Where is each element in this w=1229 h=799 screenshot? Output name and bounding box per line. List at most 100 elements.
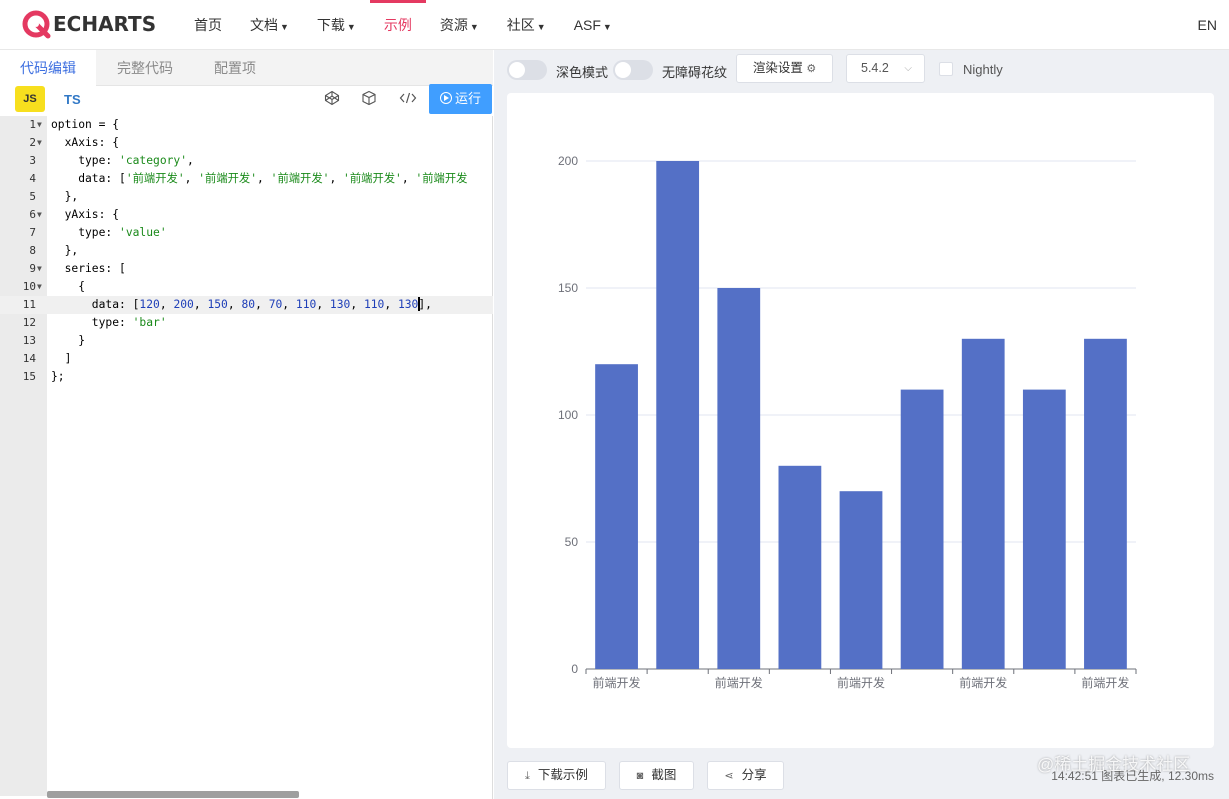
code-line[interactable]: 14 ] [0,350,493,368]
ts-language-button[interactable]: TS [64,92,81,107]
y-tick-label: 100 [558,408,578,422]
line-number: 3 [29,154,36,167]
nav-item[interactable]: 首页 [180,0,236,50]
code-line[interactable]: 5 }, [0,188,493,206]
accessibility-label: 无障碍花纹 [662,65,728,80]
nav-item[interactable]: 社区 ▼ [493,0,560,50]
code-line[interactable]: 4 data: ['前端开发', '前端开发', '前端开发', '前端开发',… [0,170,493,188]
code-text: data: [120, 200, 150, 80, 70, 110, 130, … [51,297,432,311]
fold-toggle-icon[interactable]: ▼ [37,206,42,224]
bar-chart: 0 50 100 150 200 前端开发 前端开发 前端开发 前端开发 前端开发 [558,154,1137,690]
nav-item[interactable]: 资源 ▼ [426,0,493,50]
line-number: 8 [29,244,36,257]
horizontal-scrollbar[interactable] [47,791,299,798]
dark-mode-toggle[interactable] [507,60,547,80]
language-switch[interactable]: EN [1198,0,1217,50]
gear-icon: ⚙ [806,63,817,75]
line-number: 10 [22,280,36,293]
tab-options[interactable]: 配置项 [194,50,276,86]
download-example-button[interactable]: ⤓ 下载示例 [507,761,606,790]
code-line[interactable]: 6 ▼ yAxis: { [0,206,493,224]
bar [961,338,1005,669]
nav-item-label: 资源 [439,17,468,33]
share-button[interactable]: ⋖ 分享 [707,761,784,790]
code-text: } [51,334,86,347]
nav-item-label: 下载 [316,17,345,33]
fold-toggle-icon[interactable]: ▼ [37,134,42,152]
code-text: }; [51,370,65,383]
code-line[interactable]: 9 ▼ series: [ [0,260,493,278]
editor-tabs: 代码编辑 完整代码 配置项 [0,50,493,87]
code-line[interactable]: 13 } [0,332,493,350]
codesandbox-icon[interactable] [360,90,378,108]
caret-down-icon: ▼ [280,22,289,32]
nav-item[interactable]: 下载 ▼ [303,0,370,50]
fold-toggle-icon[interactable]: ▼ [37,278,42,296]
version-select[interactable]: 5.4.2 ⌵ [846,54,925,83]
editor-panel: 代码编辑 完整代码 配置项 JS TS 运行 1 ▼ option = {2 ▼ xA… [0,50,493,799]
line-number: 6 [29,208,36,221]
code-text: ] [51,352,72,365]
code-line[interactable]: 11 data: [120, 200, 150, 80, 70, 110, 13… [0,296,493,314]
code-line[interactable]: 15}; [0,368,493,386]
nav-item[interactable]: 示例 [369,0,426,50]
caret-down-icon: ▼ [602,22,612,32]
fold-toggle-icon[interactable]: ▼ [37,116,42,134]
nightly-checkbox[interactable] [939,62,953,76]
embed-code-icon[interactable] [399,90,417,108]
code-text: type: 'bar' [51,316,167,329]
code-text: { [51,280,86,293]
code-text: xAxis: { [51,136,120,149]
version-value: 5.4.2 [861,61,889,75]
render-settings-button[interactable]: 渲染设置 ⚙ [736,54,833,83]
top-navigation: ECHARTS 首页 文档 ▼ 下载 ▼ 示例 资源 ▼ 社区 ▼ ASF ▼ EN [0,0,1229,50]
code-line[interactable]: 3 type: 'category', [0,152,493,170]
echarts-logo[interactable]: ECHARTS [22,8,156,40]
echarts-logo-icon [22,10,51,39]
code-line[interactable]: 1 ▼ option = { [0,116,493,134]
camera-icon: ◙ [636,770,644,782]
code-text: yAxis: { [51,208,120,221]
code-editor[interactable]: 1 ▼ option = {2 ▼ xAxis: {3 type: 'category… [0,116,493,796]
code-line[interactable]: 12 type: 'bar' [0,314,493,332]
tab-full-code[interactable]: 完整代码 [97,50,193,86]
x-tick-label: 前端开发 [715,675,763,690]
logo-text: ECHARTS [53,12,157,36]
bar [839,491,883,669]
code-line[interactable]: 7 type: 'value' [0,224,493,242]
code-text: type: 'value' [51,226,167,239]
nav-item[interactable]: ASF ▼ [560,0,626,50]
line-number: 13 [22,334,36,347]
code-line[interactable]: 10 ▼ { [0,278,493,296]
code-line[interactable]: 2 ▼ xAxis: { [0,134,493,152]
preview-panel: 深色模式 无障碍花纹 渲染设置 ⚙ 5.4.2 ⌵ Nightly 0 50 100… [494,50,1229,799]
tab-code-edit[interactable]: 代码编辑 [0,50,96,87]
run-button[interactable]: 运行 [429,84,492,114]
dark-mode-label: 深色模式 [556,65,609,80]
nav-menu: 首页 文档 ▼ 下载 ▼ 示例 资源 ▼ 社区 ▼ ASF ▼ [180,0,626,50]
line-number: 1 [29,118,36,131]
bar [1084,338,1127,669]
bar [595,364,638,669]
nav-item-label: 首页 [194,17,222,33]
js-language-button[interactable]: JS [15,86,45,112]
chevron-down-icon: ⌵ [904,63,912,74]
fold-toggle-icon[interactable]: ▼ [37,260,42,278]
bar [717,288,761,669]
line-number: 4 [29,172,36,185]
y-tick-label: 150 [558,281,578,295]
nav-item-label: ASF [573,17,601,33]
code-line[interactable]: 8 }, [0,242,493,260]
screenshot-button[interactable]: ◙ 截图 [619,761,694,790]
accessibility-toggle[interactable] [613,60,653,80]
watermark: @稀土掘金技术社区 [1037,755,1191,774]
nav-item[interactable]: 文档 ▼ [236,0,303,50]
line-number: 11 [22,298,36,311]
x-tick-label: 前端开发 [837,675,885,690]
play-icon [439,92,452,104]
line-number: 5 [29,190,36,203]
codepen-icon[interactable] [323,90,341,108]
chart-container: 0 50 100 150 200 前端开发 前端开发 前端开发 前端开发 前端开发 [507,93,1214,748]
caret-down-icon: ▼ [346,22,356,32]
code-text: }, [51,190,79,203]
